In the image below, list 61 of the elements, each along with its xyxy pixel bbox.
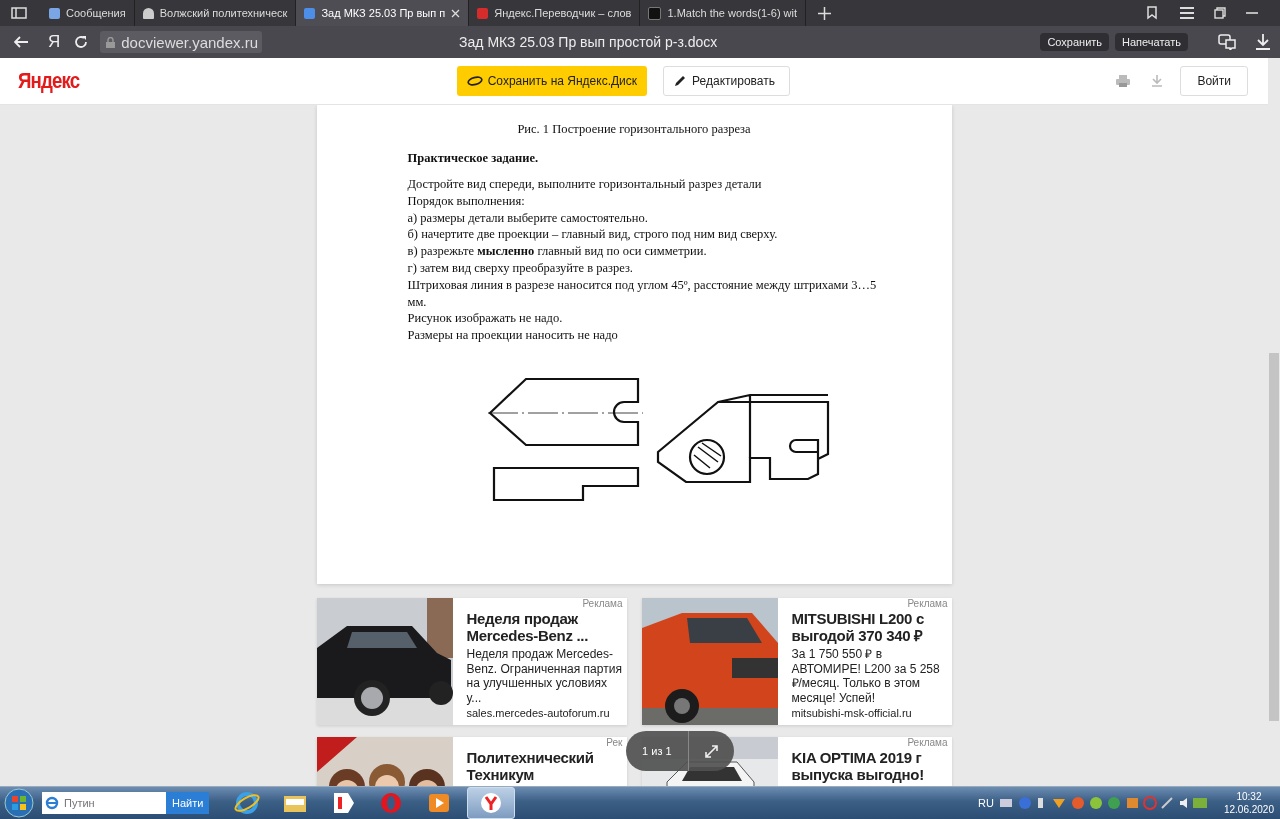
chat-icon[interactable] xyxy=(1218,34,1236,50)
ad-label: Рек xyxy=(606,737,623,749)
search-field[interactable]: Путин xyxy=(60,792,166,814)
restore-icon[interactable] xyxy=(1214,7,1226,19)
ad-label: Реклама xyxy=(582,598,623,610)
ad-card[interactable]: Реклама MITSUBISHI L200 с выгодой 370 340 ₽ За 1 750 550 ₽ в АВТОМИРЕ! L200 за 5 258 ₽/месяц. Только в этом месяце! Успей! mitsubishi-msk-official.ru xyxy=(641,598,952,725)
back-icon[interactable] xyxy=(14,36,28,48)
scrollbar-thumb[interactable] xyxy=(1269,353,1279,721)
address-field[interactable]: docviewer.yandex.ru xyxy=(100,31,263,53)
instruction-line: в) разрежьте мысленно главный вид по оси симметрии. xyxy=(407,243,708,260)
ad-title[interactable]: Политехнический Техникум xyxy=(466,749,623,783)
yandex-logo[interactable]: Яндекс xyxy=(18,68,80,94)
toolbar-button[interactable]: Напечатать xyxy=(1115,33,1188,51)
ad-domain[interactable]: sales.mercedes-autoforum.ru xyxy=(466,707,610,719)
clock-date[interactable]: 12.06.2020 xyxy=(1223,803,1274,816)
browser-icon xyxy=(42,792,60,814)
page-title: Зад МКЗ 25.03 Пр вып простой р-з.docx xyxy=(459,34,718,50)
bookmarks-icon[interactable] xyxy=(1146,6,1160,20)
login-button[interactable]: Войти xyxy=(1180,66,1248,96)
instruction-line: Штриховая линия в разрезе наносится под углом 45º, расстояние между штрихами 3…5 мм. xyxy=(407,276,878,311)
ad-label: Реклама xyxy=(907,737,948,749)
sidebar-icon[interactable] xyxy=(11,7,27,19)
ad-title[interactable]: KIA OPTIMA 2019 г выпуска выгодно! xyxy=(791,749,948,783)
lock-icon xyxy=(106,36,116,48)
instruction-line: Достройте вид спереди, выполните горизонтальный разрез детали xyxy=(407,176,763,193)
ad-text: За 1 750 550 ₽ в АВТОМИРЕ! L200 за 5 258 ₽/месяц. Только в этом месяце! Успей! xyxy=(791,647,941,705)
print-icon[interactable] xyxy=(1116,75,1131,87)
edit-button[interactable]: Редактировать xyxy=(663,66,790,96)
task-heading: Практическое задание. xyxy=(407,151,539,166)
pencil-icon xyxy=(674,75,687,87)
ad-title[interactable]: Неделя продаж Mercedes-Benz ... xyxy=(466,610,623,644)
menu-icon[interactable] xyxy=(1180,7,1194,19)
clock-time[interactable]: 10:32 xyxy=(1236,790,1262,803)
ad-title[interactable]: MITSUBISHI L200 с выгодой 370 340 ₽ xyxy=(791,610,948,644)
toolbar-button[interactable]: Сохранить xyxy=(1040,33,1110,51)
close-icon[interactable] xyxy=(451,8,461,18)
app-icon[interactable] xyxy=(234,791,261,815)
ad-card[interactable]: Реклама Неделя продаж Mercedes-Benz ... Неделя продаж Mercedes-Benz. Ограниченная партия на улучшенных условиях у... sales.mercedes-autoforum.ru xyxy=(316,598,627,725)
expand-icon[interactable] xyxy=(704,744,718,758)
instruction-line: Рисунок изображать не надо. xyxy=(407,310,564,328)
tray-icons[interactable] xyxy=(999,796,1210,810)
taskbar-app[interactable] xyxy=(467,787,516,819)
home-button[interactable]: Я xyxy=(48,32,61,52)
instruction-line: а) размеры детали выберите самостоятельно. xyxy=(407,209,649,227)
ad-label: Реклама xyxy=(907,598,948,610)
ad-domain[interactable]: mitsubishi-msk-official.ru xyxy=(791,707,912,719)
instruction-line: б) начертите две проекции – главный вид, строго под ним вид сверху. xyxy=(407,226,779,244)
ad-text: Неделя продаж Mercedes-Benz. Ограниченная партия на улучшенных условиях у... xyxy=(466,647,623,705)
save-to-disk-button[interactable]: Сохранить на Яндекс.Диск xyxy=(456,66,648,96)
new-tab-icon[interactable] xyxy=(818,6,832,20)
figure-caption: Рис. 1 Построение горизонтального разреза xyxy=(516,122,752,137)
browser-tab[interactable]: Зад МКЗ 25.03 Пр вып п xyxy=(296,0,470,26)
page-count: 1 из 1 xyxy=(642,745,672,757)
instruction-line: г) затем вид сверху преобразуйте в разрез. xyxy=(407,260,634,277)
instruction-line: Размеры на проекции наносить не надо xyxy=(407,327,619,344)
language-indicator[interactable]: RU xyxy=(978,797,994,809)
reload-icon[interactable] xyxy=(74,35,89,49)
start-button[interactable] xyxy=(4,788,34,818)
search-button[interactable]: Найти xyxy=(166,792,210,814)
instruction-line: Порядок выполнения: xyxy=(407,192,526,210)
ad-card[interactable]: Рек Политехнический Техникум xyxy=(316,737,627,786)
